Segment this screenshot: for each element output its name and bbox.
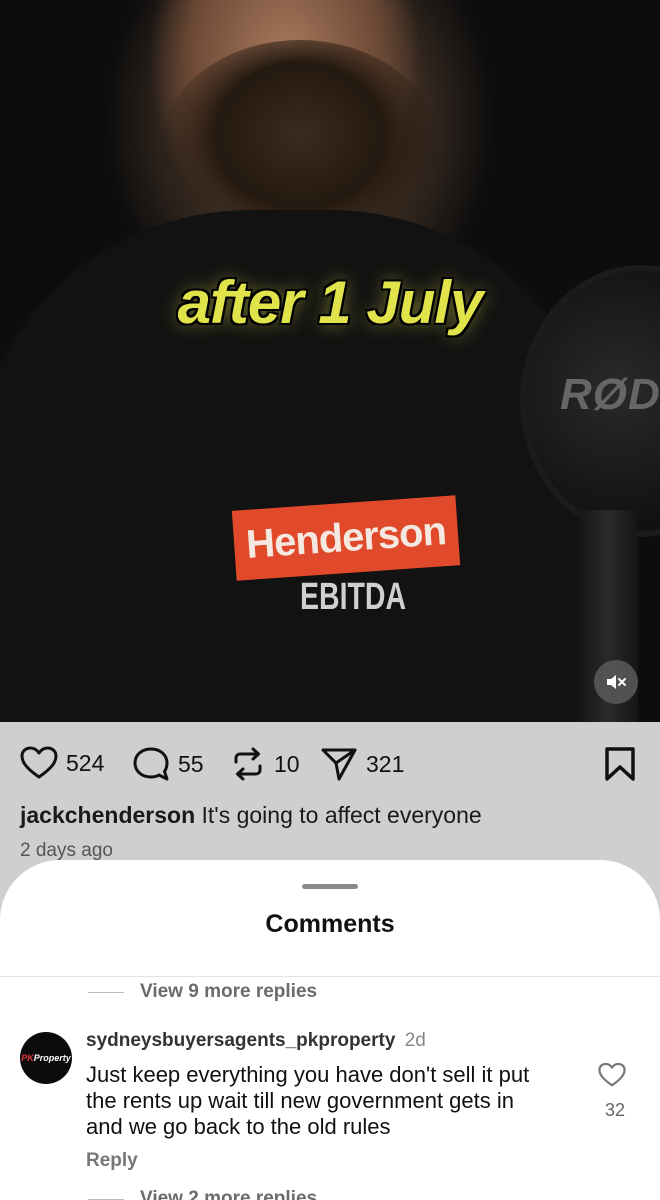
heart-icon bbox=[598, 1062, 626, 1087]
shirt-logo-text: Henderson bbox=[244, 508, 448, 567]
sheet-drag-handle[interactable] bbox=[302, 884, 358, 889]
repost-icon bbox=[234, 747, 262, 781]
view-more-replies-bottom[interactable]: View 2 more replies bbox=[88, 1188, 317, 1200]
speaker-muted-icon bbox=[607, 675, 626, 689]
view-more-replies-top[interactable]: View 9 more replies bbox=[88, 981, 317, 1003]
heart-icon bbox=[20, 746, 58, 779]
comment-body: Just keep everything you have don't sell… bbox=[86, 1062, 530, 1139]
reply-button[interactable]: Reply bbox=[86, 1150, 138, 1172]
post-caption: It's going to affect everyone bbox=[201, 802, 482, 828]
replies-line bbox=[88, 1198, 124, 1200]
repost-count: 10 bbox=[274, 750, 300, 777]
comment-action[interactable]: 55 bbox=[132, 746, 204, 782]
video-caption: after 1 July bbox=[177, 269, 484, 336]
comment-count: 55 bbox=[178, 750, 204, 777]
comment-like-count: 32 bbox=[604, 1100, 626, 1120]
comment-bubble-icon bbox=[133, 747, 169, 781]
share-action[interactable]: 321 bbox=[320, 746, 404, 782]
view-more-replies-label: View 9 more replies bbox=[140, 981, 318, 1002]
bookmark-icon bbox=[605, 747, 635, 781]
shirt-logo-sub: EBITDA bbox=[300, 576, 407, 618]
like-count: 524 bbox=[66, 749, 105, 776]
avatar-logo: PKProperty bbox=[21, 1053, 71, 1063]
sheet-divider bbox=[0, 976, 660, 977]
comment-time: 2d bbox=[404, 1030, 426, 1051]
replies-line bbox=[88, 991, 124, 993]
repost-action[interactable]: 10 bbox=[230, 746, 300, 782]
comment-like-button[interactable] bbox=[598, 1062, 626, 1093]
bookmark-button[interactable] bbox=[604, 746, 636, 787]
avatar[interactable]: PKProperty bbox=[20, 1032, 72, 1084]
send-icon bbox=[321, 748, 357, 781]
post-timestamp: 2 days ago bbox=[20, 840, 113, 861]
comment-header: sydneysbuyersagents_pkproperty 2d bbox=[86, 1030, 426, 1052]
view-more-replies-label: View 2 more replies bbox=[140, 1188, 318, 1200]
post-caption-line: jackchenderson It's going to affect ever… bbox=[20, 802, 482, 829]
share-count: 321 bbox=[366, 750, 405, 777]
post-username[interactable]: jackchenderson bbox=[20, 802, 195, 828]
post-action-bar: 524 55 10 321 bbox=[0, 734, 660, 794]
comments-title: Comments bbox=[265, 910, 395, 938]
video-player[interactable]: RØD after 1 July Henderson EBITDA bbox=[0, 0, 660, 722]
comments-sheet: Comments View 9 more replies PKProperty … bbox=[0, 860, 660, 1200]
mic-brand-label: RØD bbox=[560, 370, 660, 419]
comment-username[interactable]: sydneysbuyersagents_pkproperty bbox=[86, 1030, 395, 1051]
mute-button[interactable] bbox=[594, 660, 638, 704]
like-action[interactable]: 524 bbox=[20, 746, 104, 780]
